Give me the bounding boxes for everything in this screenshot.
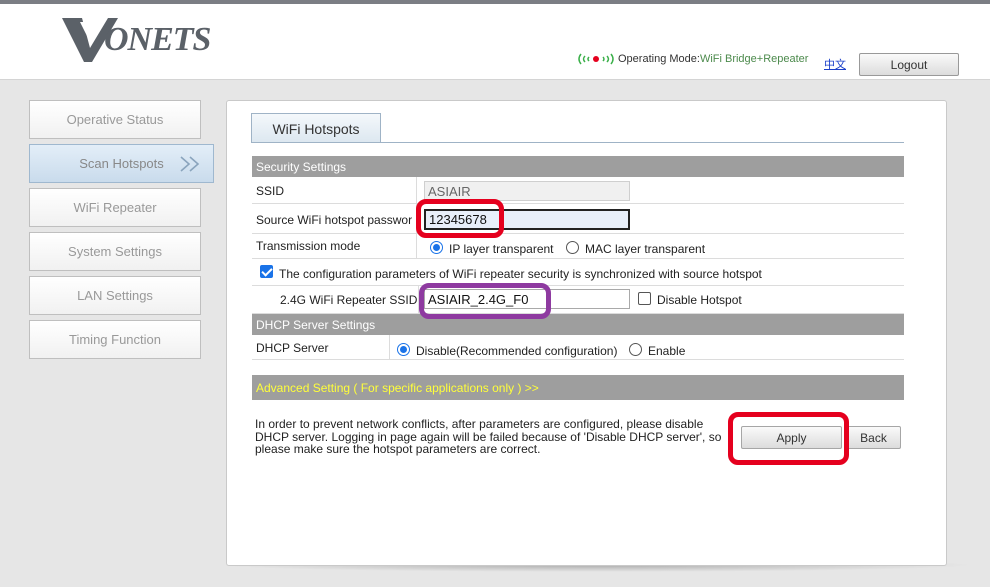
dhcp-note: In order to prevent network conflicts, a… — [255, 417, 722, 456]
dhcp-enable-label: Enable — [648, 344, 686, 358]
sidebar-item-label: Scan Hotspots — [79, 156, 164, 171]
apply-button[interactable]: Apply — [741, 426, 842, 449]
operating-mode: Operating Mode: WiFi Bridge+Repeater — [577, 52, 808, 66]
sidebar-item-wifi-repeater[interactable]: WiFi Repeater — [29, 188, 201, 227]
sidebar-item-operative-status[interactable]: Operative Status — [29, 100, 201, 139]
mac-transparent-label: MAC layer transparent — [585, 242, 706, 256]
ssid-label: SSID — [256, 184, 285, 198]
dhcp-enable-radio[interactable] — [629, 343, 642, 356]
dhcp-disable-radio[interactable] — [397, 343, 410, 356]
sidebar-item-lan-settings[interactable]: LAN Settings — [29, 276, 201, 315]
ssid-field[interactable]: ASIAIR — [424, 181, 630, 201]
mode-value: WiFi Bridge+Repeater — [699, 53, 809, 65]
sidebar-item-label: System Settings — [68, 244, 162, 259]
repeater-column-divider — [418, 286, 419, 314]
sidebar-item-system-settings[interactable]: System Settings — [29, 232, 201, 271]
repeater-ssid-label: 2.4G WiFi Repeater SSID — [280, 293, 418, 307]
dhcp-disable-label: Disable(Recommended configuration) — [416, 344, 618, 358]
language-link[interactable]: 中文 — [824, 56, 846, 72]
sidebar-item-label: WiFi Repeater — [73, 200, 157, 215]
dhcp-label: DHCP Server — [256, 341, 329, 355]
label-column-divider — [416, 177, 417, 259]
ip-transparent-label: IP layer transparent — [449, 242, 554, 256]
logout-button[interactable]: Logout — [859, 53, 959, 76]
advanced-setting-link[interactable]: Advanced Setting ( For specific applicat… — [252, 375, 904, 400]
double-chevron-right-icon — [180, 156, 200, 172]
sidebar-item-timing-function[interactable]: Timing Function — [29, 320, 201, 359]
sidebar-item-scan-hotspots[interactable]: Scan Hotspots — [29, 144, 214, 183]
transmission-label: Transmission mode — [256, 239, 361, 253]
mode-label: Operating Mode: — [618, 53, 700, 65]
logo-mark: ONETS — [62, 18, 210, 62]
tab-wifi-hotspots[interactable]: WiFi Hotspots — [251, 113, 381, 143]
page-header: ONETS Operating Mode: WiFi Bridge+Repeat… — [0, 4, 990, 80]
sidebar-item-label: Operative Status — [66, 112, 164, 127]
ip-transparent-radio[interactable] — [430, 241, 443, 254]
sidebar-item-label: LAN Settings — [77, 288, 153, 303]
dhcp-divider — [389, 335, 390, 360]
disable-hotspot-checkbox[interactable] — [638, 292, 651, 305]
password-field[interactable]: 12345678 — [424, 209, 630, 230]
dhcp-settings-header: DHCP Server Settings — [252, 314, 904, 335]
password-label: Source WiFi hotspot passwor — [256, 213, 413, 227]
security-settings-header: Security Settings — [252, 156, 904, 177]
signal-icon — [578, 53, 614, 65]
sync-checkbox[interactable] — [260, 265, 273, 278]
sidebar-item-label: Timing Function — [69, 332, 161, 347]
mac-transparent-radio[interactable] — [566, 241, 579, 254]
logo-wordmark: ONETS — [104, 21, 210, 58]
sync-label: The configuration parameters of WiFi rep… — [279, 267, 762, 281]
tab-underline — [252, 142, 904, 143]
back-button[interactable]: Back — [846, 426, 901, 449]
repeater-ssid-field[interactable]: ASIAIR_2.4G_F0 — [424, 289, 630, 309]
disable-hotspot-label: Disable Hotspot — [657, 293, 742, 307]
